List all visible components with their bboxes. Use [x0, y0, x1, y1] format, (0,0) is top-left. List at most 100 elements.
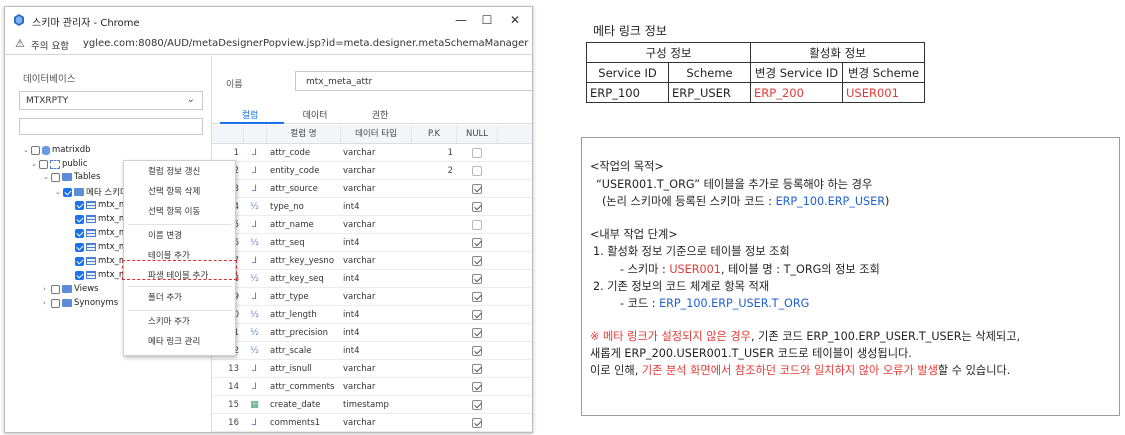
- tree-checkbox[interactable]: [31, 145, 40, 155]
- tree-item[interactable]: mtx_m: [67, 242, 127, 254]
- row-number: 14: [228, 382, 239, 392]
- maximize-icon[interactable]: ☐: [479, 12, 495, 28]
- expand-toggle-icon[interactable]: ⌄: [31, 160, 39, 168]
- database-select[interactable]: MTXRPTY ⌄: [19, 91, 203, 110]
- table-row[interactable]: 15 ▦ create_date timestamp: [212, 396, 532, 414]
- null-checkbox[interactable]: [472, 256, 482, 266]
- minimize-icon[interactable]: —: [453, 12, 469, 28]
- data-type-cell: varchar: [343, 220, 376, 230]
- schema-icon: [50, 159, 60, 169]
- tree-checkbox[interactable]: [75, 270, 84, 280]
- null-checkbox[interactable]: [472, 166, 482, 176]
- tree-checkbox[interactable]: [51, 298, 60, 308]
- null-checkbox[interactable]: [472, 148, 482, 158]
- context-menu-item[interactable]: 테이블 추가: [124, 247, 235, 265]
- table-row[interactable]: 2 ⅃ entity_code varchar 2: [212, 162, 532, 180]
- table-row[interactable]: 0 ½ attr_length int4: [212, 306, 532, 324]
- null-checkbox[interactable]: [472, 202, 482, 212]
- grid-header-pk[interactable]: P.K: [412, 125, 457, 144]
- table-row[interactable]: 3 ⅃ attr_source varchar: [212, 180, 532, 198]
- address-bar[interactable]: ⚠ 주의 요함 yglee.com:8080/AUD/metaDesignerP…: [5, 33, 532, 55]
- grid-header-null[interactable]: NULL: [457, 125, 498, 144]
- tree-search-input[interactable]: [19, 118, 203, 135]
- name-input[interactable]: mtx_meta_attr: [295, 71, 532, 91]
- null-checkbox[interactable]: [472, 364, 482, 374]
- context-menu-item[interactable]: 스키마 추가: [124, 313, 235, 331]
- tab-permissions[interactable]: 권한: [352, 108, 408, 121]
- tree-checkbox[interactable]: [63, 187, 72, 197]
- column-name-cell: attr_length: [270, 310, 317, 320]
- table-row[interactable]: 1 ⅃ attr_code varchar 1: [212, 144, 532, 162]
- table-row[interactable]: 9 ⅃ attr_type varchar: [212, 288, 532, 306]
- tree-checkbox[interactable]: [51, 284, 60, 294]
- null-checkbox[interactable]: [472, 310, 482, 320]
- tree-checkbox[interactable]: [75, 256, 84, 266]
- null-checkbox[interactable]: [472, 400, 482, 410]
- null-checkbox[interactable]: [472, 418, 482, 428]
- tree-item[interactable]: ⌄ Tables: [43, 172, 100, 184]
- context-menu-item[interactable]: 폴더 추가: [124, 289, 235, 307]
- table-row[interactable]: 5 ⅃ attr_name varchar: [212, 216, 532, 234]
- table-row[interactable]: 7 ⅃ attr_key_yesno varchar: [212, 252, 532, 270]
- relation-icon: ⅃: [251, 184, 257, 194]
- security-label[interactable]: 주의 요함: [31, 38, 69, 52]
- table-row[interactable]: 17⅃comments2varchar: [212, 432, 533, 433]
- tree-item[interactable]: › Synonyms: [43, 298, 118, 310]
- grid-header-type[interactable]: 데이터 타입: [341, 125, 412, 144]
- tree-item[interactable]: mtx_m: [67, 214, 127, 226]
- null-checkbox[interactable]: [472, 292, 482, 302]
- context-menu-item[interactable]: 파생 테이블 추가: [124, 267, 235, 285]
- null-checkbox[interactable]: [472, 184, 482, 194]
- tree-item[interactable]: › Views: [43, 284, 99, 296]
- null-checkbox[interactable]: [472, 274, 482, 284]
- context-menu-item[interactable]: 이름 변경: [124, 227, 235, 245]
- table-row[interactable]: 4 ½ type_no int4: [212, 198, 532, 216]
- null-checkbox[interactable]: [472, 382, 482, 392]
- null-checkbox[interactable]: [472, 328, 482, 338]
- table-row[interactable]: 8 ½ attr_key_seq int4: [212, 270, 532, 288]
- null-checkbox[interactable]: [472, 346, 482, 356]
- tree-item[interactable]: ⌄ matrixdb: [23, 145, 91, 157]
- expand-toggle-icon[interactable]: ›: [43, 285, 51, 293]
- column-name-cell: attr_scale: [270, 346, 312, 356]
- tree-item[interactable]: mtx_m: [67, 270, 127, 282]
- context-menu-item[interactable]: 메타 링크 관리: [124, 333, 235, 351]
- tree-checkbox[interactable]: [75, 214, 84, 224]
- context-menu-item[interactable]: 컬럼 정보 갱신: [124, 163, 235, 181]
- warning-icon[interactable]: ⚠: [15, 37, 25, 50]
- relation-icon: ⅃: [251, 256, 257, 266]
- close-icon[interactable]: ✕: [507, 12, 523, 28]
- table-row[interactable]: 6 ½ attr_seq int4: [212, 234, 532, 252]
- table-detail-panel: 이름 mtx_meta_attr 컬럼 데이터 권한 컬럼 명 데이터 타입 P…: [212, 56, 533, 433]
- tree-checkbox[interactable]: [75, 242, 84, 252]
- tree-item[interactable]: mtx_m: [67, 256, 127, 268]
- tab-columns[interactable]: 컬럼: [222, 108, 278, 121]
- pk-cell: [412, 288, 453, 306]
- expand-toggle-icon[interactable]: ⌄: [43, 173, 51, 181]
- table-row[interactable]: 14 ⅃ attr_comments varchar: [212, 378, 532, 396]
- expand-toggle-icon[interactable]: ⌄: [55, 188, 63, 196]
- expand-toggle-icon[interactable]: ⌄: [23, 146, 31, 154]
- table-row[interactable]: 16 ⅃ comments1 varchar: [212, 414, 532, 432]
- tree-item[interactable]: mtx_m: [67, 228, 127, 240]
- tree-checkbox[interactable]: [39, 159, 48, 169]
- expand-toggle-icon[interactable]: ›: [43, 299, 51, 307]
- null-checkbox[interactable]: [472, 220, 482, 230]
- table-row[interactable]: 2 ½ attr_scale int4: [212, 342, 532, 360]
- tab-data[interactable]: 데이터: [287, 108, 343, 121]
- context-menu-item[interactable]: 선택 항목 삭제: [124, 183, 235, 201]
- tree-item[interactable]: ⌄ public: [31, 159, 88, 171]
- table-row[interactable]: 1 ½ attr_precision int4: [212, 324, 532, 342]
- context-menu-item[interactable]: 선택 항목 이동: [124, 203, 235, 221]
- row-number: 17: [212, 432, 239, 433]
- tree-checkbox[interactable]: [51, 172, 60, 182]
- tree-checkbox[interactable]: [75, 228, 84, 238]
- tree-item[interactable]: mtx_m: [67, 200, 127, 212]
- tree-checkbox[interactable]: [75, 200, 84, 210]
- tree-item-label: public: [62, 159, 88, 169]
- grid-header-name[interactable]: 컬럼 명: [267, 125, 341, 144]
- null-checkbox[interactable]: [472, 238, 482, 248]
- url-text[interactable]: yglee.com:8080/AUD/metaDesignerPopview.j…: [83, 38, 528, 49]
- app-icon: [14, 14, 24, 26]
- table-row[interactable]: 13 ⅃ attr_isnull varchar: [212, 360, 532, 378]
